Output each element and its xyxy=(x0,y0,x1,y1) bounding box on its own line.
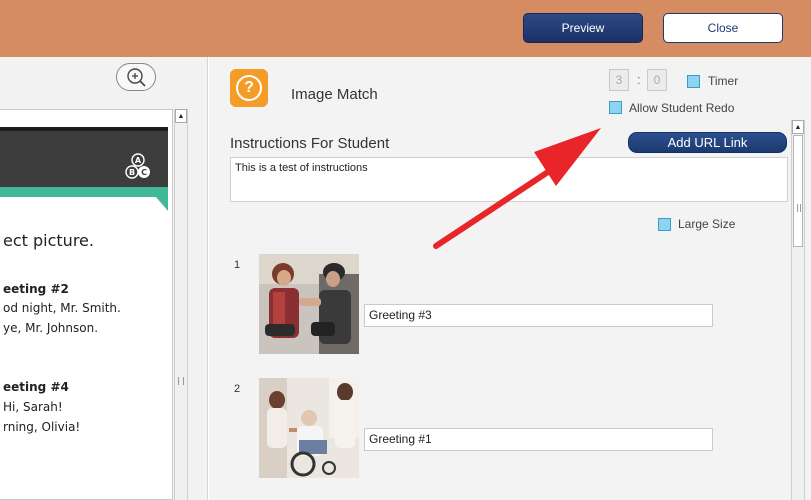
large-size-checkbox[interactable] xyxy=(658,218,671,231)
item-1-image[interactable] xyxy=(259,254,359,354)
preview-greeting-2-line2: ye, Mr. Johnson. xyxy=(3,321,99,335)
preview-greeting-2-line1: od night, Mr. Smith. xyxy=(3,301,121,315)
scrollbar-grip xyxy=(797,204,801,212)
scrollbar-thumb[interactable] xyxy=(793,135,803,247)
timer-colon: : xyxy=(637,72,641,87)
allow-student-redo-label: Allow Student Redo xyxy=(629,101,735,115)
preview-instruction-text: ect picture. xyxy=(3,231,94,250)
item-2-answer-input[interactable]: Greeting #1 xyxy=(364,428,713,451)
timer-minutes-field[interactable]: 3 xyxy=(609,69,629,91)
item-number: 2 xyxy=(234,383,241,395)
document-teal-stripe xyxy=(0,187,168,197)
abc-blocks-icon: A B C xyxy=(125,153,150,179)
activity-editor-panel: ? Image Match 3 : 0 Timer Allow Student … xyxy=(209,57,811,500)
close-button[interactable]: Close xyxy=(663,13,783,43)
document-preview-panel: A B C ect picture. eeting #2 od night, M… xyxy=(0,57,208,500)
timer-seconds-field[interactable]: 0 xyxy=(647,69,667,91)
document-teal-corner xyxy=(156,197,168,211)
preview-greeting-4-line2: rning, Olivia! xyxy=(3,420,81,434)
teens-skateboards-photo xyxy=(259,254,359,354)
image-match-app-icon: ? xyxy=(230,69,268,107)
timer-checkbox[interactable] xyxy=(687,75,700,88)
item-2-image[interactable] xyxy=(259,378,359,478)
instructions-heading: Instructions For Student xyxy=(230,135,390,152)
preview-button[interactable]: Preview xyxy=(523,13,643,43)
activity-title: Image Match xyxy=(291,86,378,103)
scroll-up-arrow-icon[interactable]: ▲ xyxy=(792,120,804,134)
scroll-up-arrow-icon[interactable]: ▲ xyxy=(175,109,187,123)
scrollbar-grip[interactable] xyxy=(178,377,184,385)
editor-scrollbar[interactable]: ▲ xyxy=(791,120,805,500)
svg-text:C: C xyxy=(141,168,147,177)
timer-label: Timer xyxy=(708,74,739,88)
large-size-label: Large Size xyxy=(678,217,736,231)
question-mark-icon: ? xyxy=(236,75,262,101)
preview-document: A B C ect picture. eeting #2 od night, M… xyxy=(0,109,173,500)
allow-student-redo-checkbox[interactable] xyxy=(609,101,622,114)
svg-text:A: A xyxy=(135,156,142,165)
top-bar: Preview Close xyxy=(0,0,811,57)
item-number: 1 xyxy=(234,259,241,271)
elderly-wheelchair-photo xyxy=(259,378,359,478)
preview-greeting-2-title: eeting #2 xyxy=(3,282,69,296)
preview-scrollbar[interactable]: ▲ xyxy=(174,109,188,500)
svg-text:B: B xyxy=(129,168,135,177)
preview-greeting-4-line1: Hi, Sarah! xyxy=(3,400,63,414)
zoom-in-icon xyxy=(127,68,146,87)
instructions-textarea[interactable]: This is a test of instructions xyxy=(230,157,788,202)
zoom-in-button[interactable] xyxy=(116,63,156,91)
item-1-answer-input[interactable]: Greeting #3 xyxy=(364,304,713,327)
preview-greeting-4-title: eeting #4 xyxy=(3,380,69,394)
add-url-link-button[interactable]: Add URL Link xyxy=(628,132,787,153)
